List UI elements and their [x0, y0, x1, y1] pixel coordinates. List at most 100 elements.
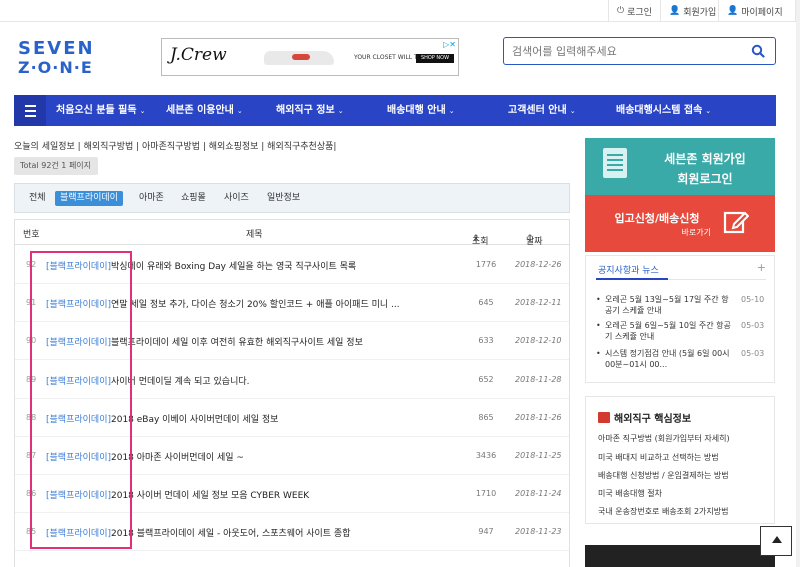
highlight-annotation-box: [30, 251, 132, 549]
post-views: 1776: [475, 260, 497, 269]
core-info-title-text: 해외직구 핵심정보: [614, 414, 692, 425]
chevron-down-icon: ⌄: [236, 107, 243, 115]
sort-icon: ⇕: [472, 234, 480, 244]
post-date: 2018-11-23: [515, 527, 562, 537]
notice-date: 05-03: [741, 349, 765, 358]
logo-line1: SEVEN: [18, 38, 95, 59]
top-utility-bar: ⏻ 로그인 👤 회원가입 👤 마이페이지: [0, 0, 800, 22]
nav-item-label: 고객센터 안내: [508, 105, 567, 116]
page-scrollbar[interactable]: [796, 0, 800, 567]
shoe-image: [264, 51, 334, 65]
post-date: 2018-11-28: [515, 374, 562, 384]
core-info-link[interactable]: 미국 배대지 비교하고 선택하는 방법: [598, 452, 719, 463]
gift-box-icon: [598, 412, 610, 423]
notice-panel-title[interactable]: 공지사항과 뉴스: [598, 263, 659, 276]
delivery-request-label: 입고신청/배송신청: [614, 212, 700, 225]
nav-item-label: 배송대행 안내: [387, 105, 446, 116]
chevron-down-icon: ⌄: [139, 107, 146, 115]
notice-date: 05-10: [741, 295, 765, 304]
post-views: 3436: [475, 451, 497, 460]
search-icon[interactable]: [751, 44, 765, 58]
post-date: 2018-11-26: [515, 412, 562, 422]
post-views: 1710: [475, 489, 497, 499]
bullet-icon: •: [596, 321, 601, 330]
filter-shopping-mall[interactable]: 쇼핑몰: [178, 191, 209, 206]
login-label: 로그인: [627, 7, 652, 18]
mypage-link[interactable]: 👤 마이페이지: [718, 0, 796, 22]
ad-choices-icon[interactable]: ▷✕: [443, 40, 456, 49]
site-logo[interactable]: SEVEN Z·O·N·E: [18, 40, 118, 78]
filter-general-info[interactable]: 일반정보: [264, 191, 303, 206]
header-title: 제목: [246, 230, 263, 240]
login-link-label[interactable]: 회원로그인: [645, 170, 765, 187]
notice-date: 05-03: [741, 321, 765, 330]
user-icon: 👤: [669, 6, 681, 16]
post-title-link[interactable]: 박싱데이 유래와 Boxing Day 세일을 하는 영국 직구사이트 목록: [111, 259, 421, 272]
notice-news-panel: 공지사항과 뉴스 + • 오레곤 5월 13일~5월 17일 주간 항공기 스케…: [585, 255, 775, 383]
shortcut-label: 바로가기: [681, 228, 711, 237]
category-links[interactable]: 오늘의 세일정보 | 해외직구방법 | 아마존직구방법 | 해외쇼핑정보 | 해…: [14, 139, 336, 152]
nav-item-overseas-info[interactable]: 해외직구 정보 ⌄: [276, 95, 344, 126]
nav-item-label: 처음오신 분들 필독: [56, 105, 137, 116]
signup-link-label[interactable]: 세븐존 회원가입: [645, 150, 765, 167]
advertisement-banner[interactable]: J.Crew YOUR CLOSET WILL THANK YOU. SHOP …: [161, 38, 459, 76]
table-header: 번호 제목 조회 ⇕ 날짜 ⇕: [15, 220, 569, 247]
ad-shop-button[interactable]: SHOP NOW: [416, 54, 454, 63]
post-title-link[interactable]: 2018 아마존 사이버먼데이 세일 ~: [111, 450, 421, 463]
user-icon: 👤: [727, 6, 739, 16]
filter-all[interactable]: 전체: [26, 191, 49, 206]
table-row[interactable]: 84[블랙프라이데이]2018 블랙프라이데이 세일 - 신발 해외직구 사이트…: [15, 552, 569, 567]
post-title-link[interactable]: 블랙프라이데이 세일 이후 여전히 유효한 해외직구사이트 세일 정보: [111, 335, 421, 348]
nav-item-first-visit[interactable]: 처음오신 분들 필독 ⌄: [56, 95, 145, 126]
search-input[interactable]: [512, 43, 742, 59]
filter-black-friday[interactable]: 블랙프라이데이: [55, 191, 123, 206]
nav-item-customer-center[interactable]: 고객센터 안내 ⌄: [508, 95, 576, 126]
core-info-link[interactable]: 아마존 직구방법 (회원가입부터 자세히): [598, 433, 730, 444]
search-box: [503, 37, 776, 65]
header-number: 번호: [23, 230, 40, 240]
arrow-up-icon: [772, 536, 782, 543]
post-views: 652: [478, 374, 494, 384]
delivery-request-panel[interactable]: 입고신청/배송신청 바로가기: [585, 195, 775, 252]
nav-item-shipping-system[interactable]: 배송대행시스템 접속 ⌄: [616, 95, 711, 126]
core-info-link[interactable]: 미국 배송대행 절차: [598, 488, 662, 499]
lock-icon: ⏻: [617, 6, 625, 16]
post-date: 2018-11-24: [515, 489, 562, 499]
post-title-link[interactable]: 연말 세일 정보 추가, 다이슨 청소기 20% 할인코드 + 애플 아이패드 …: [111, 297, 421, 310]
filter-amazon[interactable]: 아마존: [136, 191, 167, 206]
core-info-link[interactable]: 국내 운송장번호로 배송조회 2가지방법: [598, 506, 728, 517]
document-icon: [603, 148, 627, 178]
signup-link[interactable]: 👤 회원가입: [660, 0, 724, 22]
post-views: 865: [478, 412, 494, 422]
nav-item-label: 세븐존 이용안내: [166, 105, 234, 116]
post-date: 2018-12-11: [515, 298, 562, 308]
post-title-link[interactable]: 2018 사이버 먼데이 세일 정보 모음 CYBER WEEK: [111, 488, 421, 501]
chevron-down-icon: ⌄: [705, 107, 712, 115]
menu-icon[interactable]: [14, 95, 46, 126]
scroll-to-top-button[interactable]: [760, 526, 792, 556]
active-tab-underline: [596, 278, 668, 280]
mypage-label: 마이페이지: [741, 7, 783, 18]
core-info-link[interactable]: 배송대행 신청방법 / 운임결제하는 방법: [598, 470, 729, 481]
filter-size[interactable]: 사이즈: [221, 191, 252, 206]
post-views: 645: [478, 298, 494, 308]
ad-brand: J.Crew: [170, 45, 227, 65]
post-views: 633: [478, 336, 494, 346]
chevron-down-icon: ⌄: [448, 107, 455, 115]
bullet-icon: •: [596, 349, 601, 358]
post-date: 2018-11-25: [515, 451, 562, 460]
core-info-title: 해외직구 핵심정보: [598, 410, 691, 425]
nav-item-usage-guide[interactable]: 세븐존 이용안내 ⌄: [166, 95, 243, 126]
post-title-link[interactable]: 2018 블랙프라이데이 세일 - 아웃도어, 스포츠웨어 사이트 종합: [111, 526, 421, 539]
nav-item-label: 해외직구 정보: [276, 105, 335, 116]
post-date: 2018-12-26: [515, 260, 562, 269]
nav-item-label: 배송대행시스템 접속: [616, 105, 703, 116]
post-title-link[interactable]: 2018 eBay 이베이 사이버먼데이 세일 정보: [111, 412, 421, 425]
post-title-link[interactable]: 사이버 먼데이딜 계속 되고 있습니다.: [111, 374, 421, 387]
signup-label: 회원가입: [683, 7, 717, 18]
post-date: 2018-12-10: [515, 336, 562, 346]
nav-item-shipping-guide[interactable]: 배송대행 안내 ⌄: [387, 95, 455, 126]
plus-icon[interactable]: +: [757, 261, 766, 274]
signup-login-panel[interactable]: 세븐존 회원가입 회원로그인: [585, 138, 775, 195]
login-link[interactable]: ⏻ 로그인: [608, 0, 660, 22]
